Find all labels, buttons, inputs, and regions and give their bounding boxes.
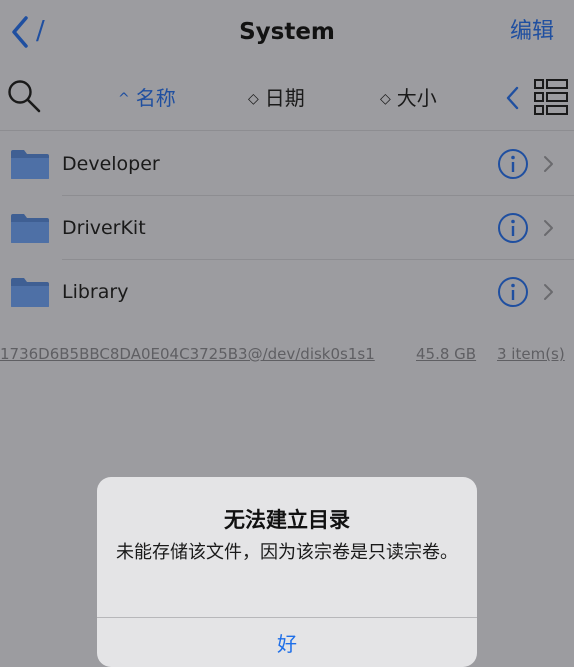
volume-path-link[interactable]: 1736D6B5BBC8DA0E04C3725B3@/dev/disk0s1s1 (0, 343, 375, 365)
ok-button[interactable]: 好 (97, 629, 477, 659)
search-icon[interactable] (6, 78, 42, 114)
file-row[interactable]: DriverKit (0, 196, 574, 260)
volume-size-link[interactable]: 45.8 GB (416, 343, 476, 365)
chevron-right-icon (541, 218, 555, 238)
sort-size-label: 大小 (396, 86, 437, 110)
file-name: Developer (62, 153, 160, 175)
chevron-right-icon (541, 282, 555, 302)
sort-ascending-icon: ^ (118, 91, 130, 107)
folder-icon (10, 148, 50, 180)
file-row[interactable]: Library (0, 260, 574, 324)
folder-icon (10, 212, 50, 244)
info-icon[interactable] (497, 276, 529, 308)
sort-by-size-button[interactable]: ◇ 大小 (380, 84, 437, 112)
sort-by-date-button[interactable]: ◇ 日期 (248, 84, 305, 112)
sort-bar: ^ 名称 ◇ 日期 ◇ 大小 (0, 64, 574, 131)
alert-message: 未能存储该文件，因为该宗卷是只读宗卷。 (116, 542, 458, 563)
file-name: Library (62, 281, 129, 303)
alert-dialog: 无法建立目录 未能存储该文件，因为该宗卷是只读宗卷。 好 (97, 477, 477, 667)
sort-by-name-button[interactable]: ^ 名称 (118, 84, 176, 112)
file-row[interactable]: Developer (0, 132, 574, 196)
list-view-icon[interactable] (533, 77, 569, 117)
chevron-right-icon (541, 154, 555, 174)
sort-toggle-icon: ◇ (380, 91, 391, 107)
edit-button[interactable]: 编辑 (510, 17, 554, 47)
alert-title: 无法建立目录 (224, 508, 350, 532)
folder-icon (10, 276, 50, 308)
sort-date-label: 日期 (264, 86, 305, 110)
info-icon[interactable] (497, 148, 529, 180)
item-count-link[interactable]: 3 item(s) (497, 343, 565, 365)
file-name: DriverKit (62, 217, 146, 239)
collapse-chevron-icon[interactable] (503, 84, 523, 112)
page-title: System (239, 19, 335, 45)
divider (97, 617, 477, 618)
navigation-bar: / System 编辑 (0, 0, 574, 64)
info-icon[interactable] (497, 212, 529, 244)
sort-toggle-icon: ◇ (248, 91, 259, 107)
sort-name-label: 名称 (135, 86, 176, 110)
